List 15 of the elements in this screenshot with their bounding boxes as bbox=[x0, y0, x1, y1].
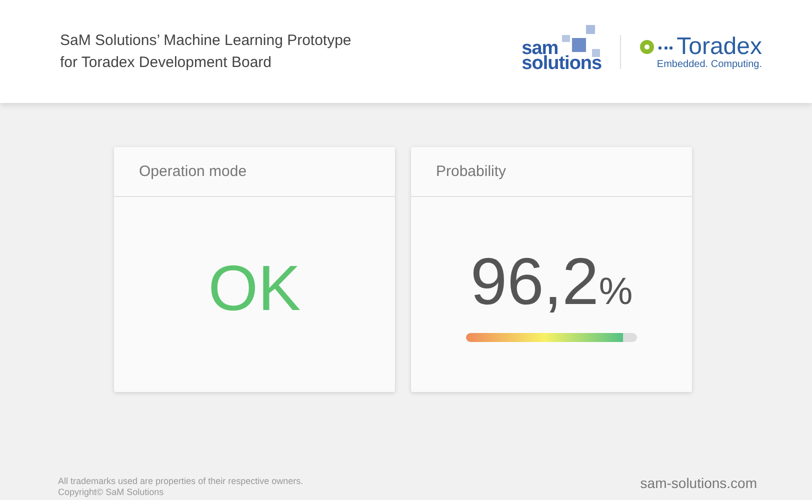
logo-text: solutions bbox=[522, 56, 602, 70]
page-title: for Toradex Development Board bbox=[60, 54, 273, 71]
page-title: SaM Solutions’ Machine Learning Prototype bbox=[60, 32, 352, 49]
logo-text: Toradex bbox=[676, 33, 762, 60]
footer-note: Copyright© SaM Solutions bbox=[58, 487, 165, 498]
probability-value: 96,2 bbox=[470, 243, 599, 319]
card-title: Operation mode bbox=[114, 147, 395, 197]
logo-tagline: Embedded. Computing. bbox=[656, 59, 762, 70]
eye-dots-icon bbox=[638, 39, 673, 55]
percent-sign: % bbox=[598, 271, 633, 314]
status-value: OK bbox=[208, 250, 301, 324]
website-link[interactable]: sam-solutions.com bbox=[640, 475, 757, 498]
footer-note: All trademarks used are properties of their respective owners. bbox=[58, 476, 304, 487]
card-title: Probability bbox=[411, 147, 692, 197]
logo-text: sam bbox=[522, 40, 558, 56]
